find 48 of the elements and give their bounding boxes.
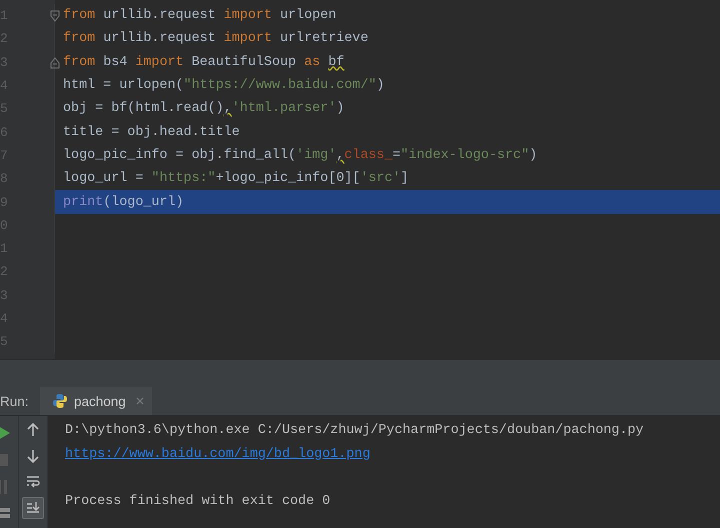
string-literal: "https://www.baidu.com/": [184, 78, 376, 94]
parameter-name: class_: [344, 148, 392, 163]
string-literal: "index-logo-src": [400, 148, 530, 163]
code-text: logo_url =: [63, 171, 144, 186]
keyword: import: [224, 8, 272, 24]
output-link[interactable]: https://www.baidu.com/img/bd_logo1.png: [65, 446, 370, 462]
layout-icon[interactable]: [0, 508, 10, 518]
warning-token: ,: [224, 101, 232, 116]
string-literal: 'html.parser': [232, 101, 336, 116]
code-text: ): [336, 101, 344, 116]
string-literal: 'src': [360, 171, 401, 186]
code-text: logo_pic_info = obj.find_all(: [63, 148, 296, 163]
string-literal: 'img': [296, 148, 336, 163]
console-output: Process finished with exit code 0: [65, 494, 330, 509]
warning-token: bf: [328, 54, 344, 70]
code-text: ): [376, 78, 384, 94]
code-text: html = urlopen(: [63, 78, 184, 94]
code-text: ): [529, 148, 538, 163]
keyword: as: [304, 54, 322, 70]
keyword: import: [135, 54, 184, 70]
code-text: +logo_pic_info[0][: [216, 171, 360, 186]
code-text: title = obj.head.title: [63, 124, 240, 140]
close-icon[interactable]: [136, 397, 144, 405]
fold-icon[interactable]: [50, 10, 60, 22]
code-text: (logo_url): [103, 194, 184, 210]
run-icon[interactable]: [0, 426, 10, 440]
python-icon: [52, 393, 68, 409]
string-literal: "https:": [151, 171, 216, 186]
scroll-to-end-icon[interactable]: [22, 497, 44, 519]
code-text: ]: [400, 171, 409, 186]
code-text: urllib.request: [102, 8, 217, 24]
fold-icon[interactable]: [50, 56, 60, 69]
keyword: from: [63, 54, 96, 70]
code-text: urllib.request: [102, 31, 217, 46]
code-text: BeautifulSoup: [190, 54, 298, 70]
keyword: import: [224, 31, 272, 46]
code-text: obj = bf(html.read(): [63, 101, 224, 116]
warning-token: ,: [336, 148, 344, 163]
code-text: urlopen: [278, 8, 336, 24]
keyword: from: [63, 8, 96, 24]
code-text: =: [392, 148, 401, 163]
code-text: urlretrieve: [278, 31, 368, 46]
run-tab[interactable]: pachong: [40, 387, 152, 415]
builtin-name: print: [63, 194, 104, 210]
console-output: D:\python3.6\python.exe C:/Users/zhuwj/PycharmProjects/douban/pachong.py: [65, 423, 644, 438]
code-text: bs4: [102, 54, 128, 70]
keyword: from: [63, 31, 96, 46]
run-label: Run:: [0, 394, 30, 408]
